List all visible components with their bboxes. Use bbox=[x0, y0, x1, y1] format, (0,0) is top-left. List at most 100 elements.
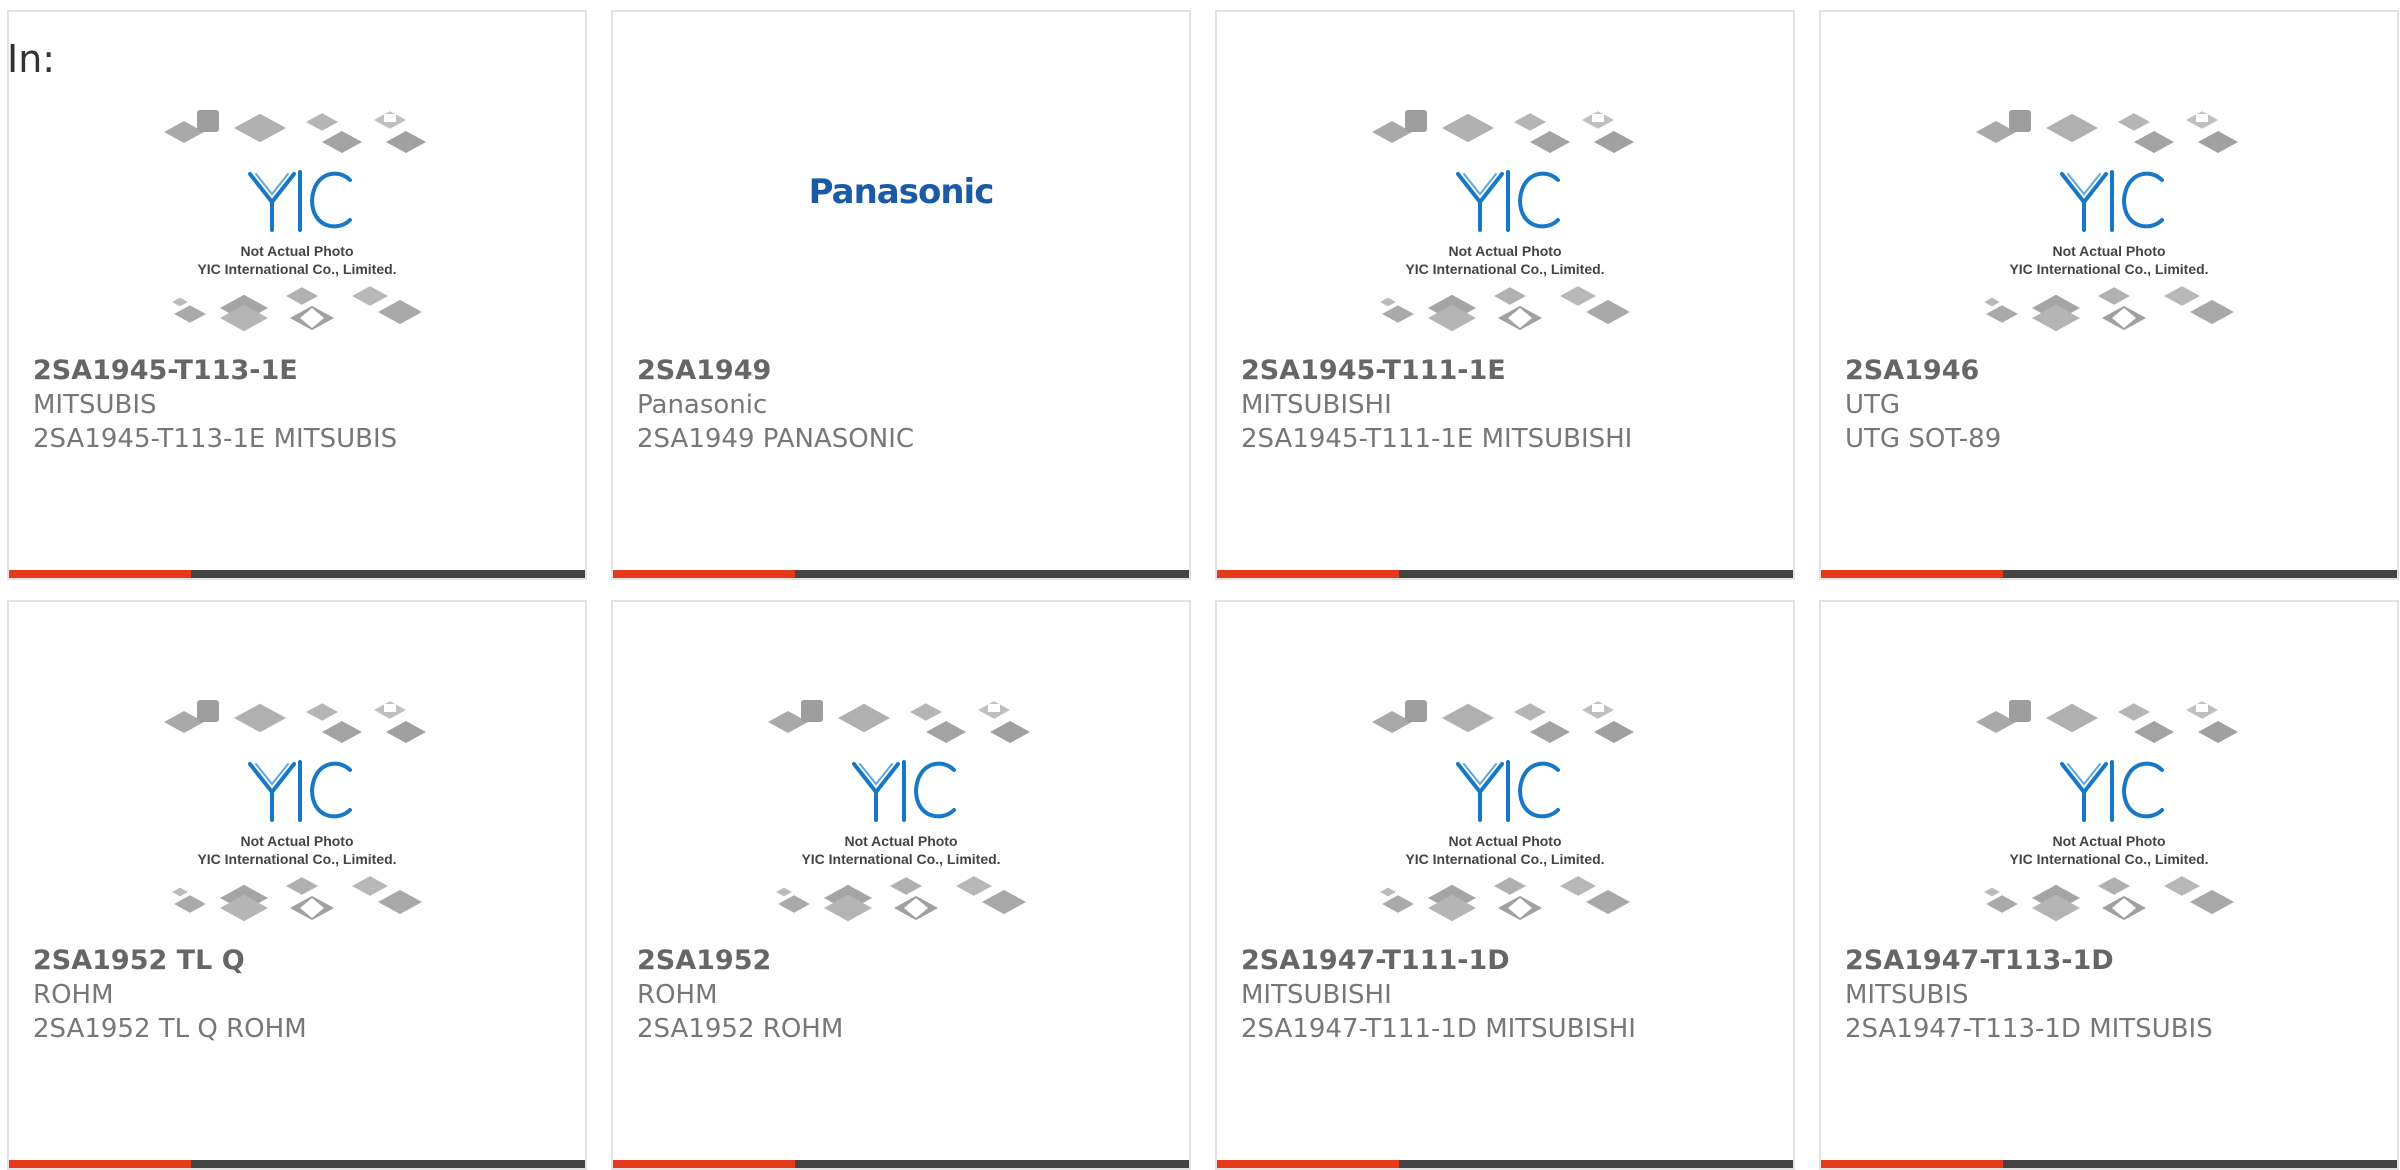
not-actual-photo-text: Not Actual Photo bbox=[1448, 833, 1561, 849]
card-accent-bar bbox=[1821, 570, 2003, 578]
product-card[interactable]: Panasonic 2SA1949 Panasonic 2SA1949 PANASON… bbox=[611, 10, 1191, 580]
product-image[interactable]: Not Actual Photo YIC International Co., … bbox=[9, 682, 585, 942]
part-number-link[interactable]: 2SA1947-T113-1D bbox=[1845, 944, 2387, 978]
company-text: YIC International Co., Limited. bbox=[801, 851, 1000, 867]
product-image[interactable]: Not Actual Photo YIC International Co., … bbox=[613, 682, 1189, 942]
manufacturer: ROHM bbox=[637, 980, 718, 1010]
manufacturer: UTG bbox=[1845, 390, 1901, 420]
part-number-link[interactable]: 2SA1945-T111-1E bbox=[1241, 354, 1783, 388]
chip-icons-bottom bbox=[1380, 286, 1630, 332]
description: 2SA1952 TL Q ROHM bbox=[33, 1014, 307, 1044]
product-image[interactable]: Not Actual Photo YIC International Co., … bbox=[1217, 682, 1793, 942]
chip-icons-bottom bbox=[776, 876, 1026, 922]
card-accent-bar bbox=[1217, 1160, 1399, 1168]
chip-icons-bottom bbox=[1984, 876, 2234, 922]
not-actual-photo-text: Not Actual Photo bbox=[240, 833, 353, 849]
part-number-link[interactable]: 2SA1947-T111-1D bbox=[1241, 944, 1783, 978]
description: 2SA1952 ROHM bbox=[637, 1014, 844, 1044]
product-info: 2SA1947-T113-1D MITSUBIS 2SA1947-T113-1D M… bbox=[1845, 944, 2387, 1046]
manufacturer: MITSUBISHI bbox=[1241, 390, 1392, 420]
card-bottom-bar bbox=[1217, 1160, 1793, 1168]
product-card[interactable]: Not Actual Photo YIC International Co., … bbox=[1819, 600, 2399, 1170]
manufacturer: ROHM bbox=[33, 980, 114, 1010]
product-card[interactable]: Not Actual Photo YIC International Co., … bbox=[1819, 10, 2399, 580]
not-actual-photo-text: Not Actual Photo bbox=[1448, 243, 1561, 259]
product-card[interactable]: Not Actual Photo YIC International Co., … bbox=[1215, 600, 1795, 1170]
chip-icons-top bbox=[768, 700, 1030, 743]
card-bottom-bar bbox=[1821, 1160, 2397, 1168]
not-actual-photo-text: Not Actual Photo bbox=[844, 833, 957, 849]
not-actual-photo-text: Not Actual Photo bbox=[240, 243, 353, 259]
yic-logo bbox=[852, 760, 956, 822]
product-card[interactable]: Not Actual Photo YIC International Co., … bbox=[1215, 10, 1795, 580]
product-image[interactable]: Not Actual Photo YIC International Co., … bbox=[1821, 682, 2397, 942]
part-number-link[interactable]: 2SA1952 TL Q bbox=[33, 944, 575, 978]
product-info: 2SA1952 ROHM 2SA1952 ROHM bbox=[637, 944, 1179, 1046]
manufacturer: MITSUBISHI bbox=[1241, 980, 1392, 1010]
card-accent-bar bbox=[9, 1160, 191, 1168]
card-bottom-bar bbox=[613, 1160, 1189, 1168]
card-bottom-bar bbox=[9, 1160, 585, 1168]
panasonic-logo: Panasonic bbox=[808, 172, 995, 212]
yic-logo bbox=[248, 760, 352, 822]
description: UTG SOT-89 bbox=[1845, 424, 2002, 454]
company-text: YIC International Co., Limited. bbox=[197, 261, 396, 277]
company-text: YIC International Co., Limited. bbox=[1405, 851, 1604, 867]
product-info: 2SA1945-T111-1E MITSUBISHI 2SA1945-T111-1E… bbox=[1241, 354, 1783, 456]
card-accent-bar bbox=[9, 570, 191, 578]
yic-logo bbox=[1456, 170, 1560, 232]
manufacturer: MITSUBIS bbox=[33, 390, 157, 420]
company-text: YIC International Co., Limited. bbox=[197, 851, 396, 867]
card-accent-bar bbox=[1821, 1160, 2003, 1168]
card-bottom-bar bbox=[613, 570, 1189, 578]
not-actual-photo-text: Not Actual Photo bbox=[2052, 243, 2165, 259]
chip-icons-bottom bbox=[1984, 286, 2234, 332]
product-image[interactable]: Not Actual Photo YIC International Co., … bbox=[1217, 92, 1793, 352]
part-number-link[interactable]: 2SA1945-T113-1E bbox=[33, 354, 575, 388]
manufacturer: MITSUBIS bbox=[1845, 980, 1969, 1010]
product-info: 2SA1947-T111-1D MITSUBISHI 2SA1947-T111-1D… bbox=[1241, 944, 1783, 1046]
product-card[interactable]: Not Actual Photo YIC International Co., … bbox=[7, 10, 587, 580]
chip-icons-bottom bbox=[172, 876, 422, 922]
product-image[interactable]: Not Actual Photo YIC International Co., … bbox=[9, 92, 585, 352]
chip-icons-bottom bbox=[172, 286, 422, 332]
part-number-link[interactable]: 2SA1952 bbox=[637, 944, 1179, 978]
product-info: 2SA1946 UTG UTG SOT-89 bbox=[1845, 354, 2387, 456]
product-image[interactable]: Not Actual Photo YIC International Co., … bbox=[1821, 92, 2397, 352]
product-info: 2SA1949 Panasonic 2SA1949 PANASONIC bbox=[637, 354, 1179, 456]
part-number-link[interactable]: 2SA1949 bbox=[637, 354, 1179, 388]
description: 2SA1949 PANASONIC bbox=[637, 424, 915, 454]
description: 2SA1945-T111-1E MITSUBISHI bbox=[1241, 424, 1633, 454]
description: 2SA1945-T113-1E MITSUBIS bbox=[33, 424, 398, 454]
card-accent-bar bbox=[613, 1160, 795, 1168]
manufacturer: Panasonic bbox=[637, 390, 768, 420]
chip-icons-bottom bbox=[1380, 876, 1630, 922]
product-card[interactable]: Not Actual Photo YIC International Co., … bbox=[7, 600, 587, 1170]
chip-icons-top bbox=[164, 700, 426, 743]
chip-icons-top bbox=[1372, 110, 1634, 153]
chip-icons-top bbox=[1976, 700, 2238, 743]
yic-logo bbox=[248, 170, 352, 232]
chip-icons-top bbox=[1372, 700, 1634, 743]
company-text: YIC International Co., Limited. bbox=[2009, 851, 2208, 867]
yic-logo bbox=[2060, 170, 2164, 232]
card-accent-bar bbox=[613, 570, 795, 578]
chip-icons-top bbox=[164, 110, 426, 153]
section-label: In: bbox=[7, 37, 56, 81]
not-actual-photo-text: Not Actual Photo bbox=[2052, 833, 2165, 849]
chip-icons-top bbox=[1976, 110, 2238, 153]
description: 2SA1947-T111-1D MITSUBISHI bbox=[1241, 1014, 1636, 1044]
card-bottom-bar bbox=[9, 570, 585, 578]
card-bottom-bar bbox=[1217, 570, 1793, 578]
part-number-link[interactable]: 2SA1946 bbox=[1845, 354, 2387, 388]
product-info: 2SA1945-T113-1E MITSUBIS 2SA1945-T113-1E M… bbox=[33, 354, 575, 456]
product-card[interactable]: Not Actual Photo YIC International Co., … bbox=[611, 600, 1191, 1170]
description: 2SA1947-T113-1D MITSUBIS bbox=[1845, 1014, 2213, 1044]
yic-logo bbox=[2060, 760, 2164, 822]
card-accent-bar bbox=[1217, 570, 1399, 578]
card-bottom-bar bbox=[1821, 570, 2397, 578]
company-text: YIC International Co., Limited. bbox=[1405, 261, 1604, 277]
product-image[interactable]: Panasonic bbox=[613, 92, 1189, 352]
company-text: YIC International Co., Limited. bbox=[2009, 261, 2208, 277]
product-info: 2SA1952 TL Q ROHM 2SA1952 TL Q ROHM bbox=[33, 944, 575, 1046]
